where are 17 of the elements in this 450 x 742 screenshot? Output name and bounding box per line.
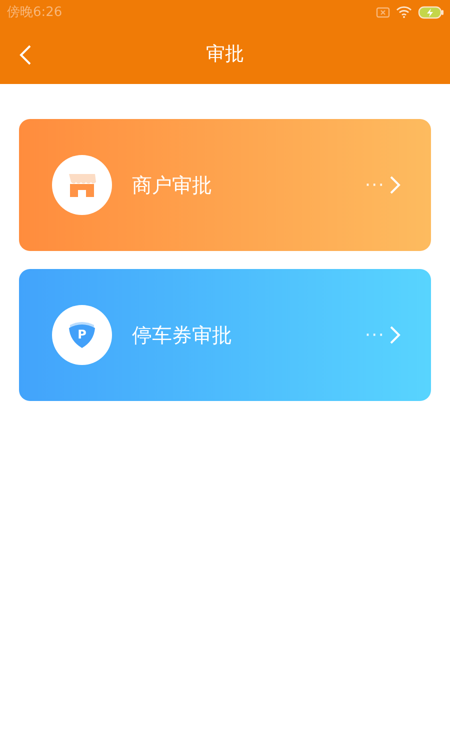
shop-icon <box>67 172 97 198</box>
wifi-icon <box>396 6 412 18</box>
page-title: 审批 <box>206 42 244 67</box>
approval-card[interactable]: 商户审批 ··· <box>19 119 431 251</box>
more-dots: ··· <box>364 174 385 196</box>
parking-shield-icon <box>66 319 98 351</box>
parking-letter: P <box>78 328 86 342</box>
back-button[interactable] <box>17 44 33 66</box>
chevron-right-icon <box>389 325 401 345</box>
sim-icon <box>376 6 390 18</box>
card-label: 停车券审批 <box>132 322 233 348</box>
status-time: 傍晚6:26 <box>7 4 62 21</box>
battery-icon <box>418 6 444 18</box>
chevron-right-icon <box>389 175 401 195</box>
more-dots: ··· <box>364 324 385 346</box>
card-label: 商户审批 <box>132 172 213 198</box>
approval-card[interactable]: P 停车券审批 ··· <box>19 269 431 401</box>
